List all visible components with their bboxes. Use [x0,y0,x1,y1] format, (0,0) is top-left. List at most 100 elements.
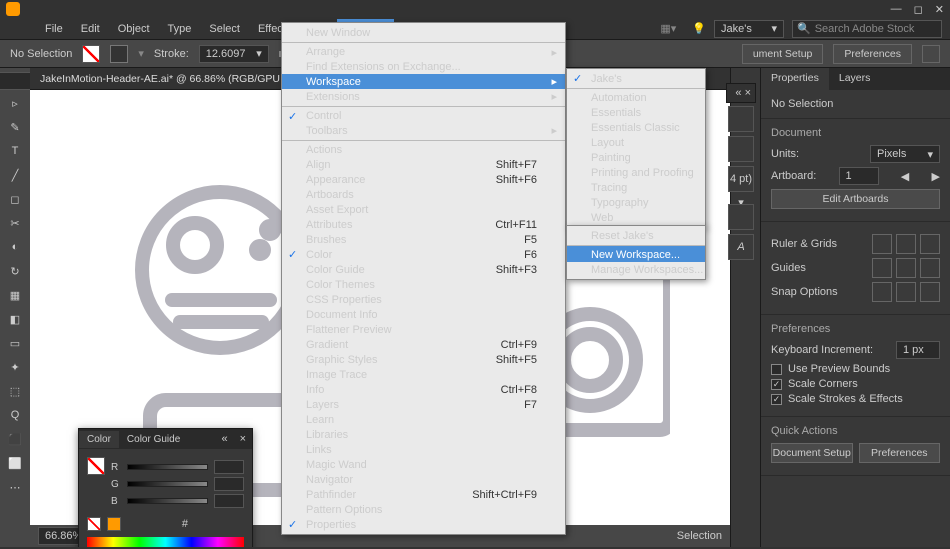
menuitem-graphic-styles[interactable]: Graphic StylesShift+F5 [282,352,565,367]
menuitem-jake-s[interactable]: ✓Jake's [567,71,705,86]
menuitem-color-themes[interactable]: Color Themes [282,277,565,292]
menuitem-links[interactable]: Links [282,442,565,457]
panel-icon-1[interactable] [728,106,754,132]
g-slider[interactable] [127,481,208,487]
none-swatch[interactable] [87,517,101,531]
tool-14[interactable]: Q [4,404,26,426]
tool-12[interactable]: ✦ [4,356,26,378]
align-icon[interactable] [922,45,940,63]
doc-setup-button[interactable]: ument Setup [742,44,824,64]
menu-edit[interactable]: Edit [72,19,109,39]
menu-object[interactable]: Object [109,19,159,39]
snap-grid-icon[interactable] [896,282,916,302]
color-spectrum[interactable] [87,537,244,547]
menuitem-typography[interactable]: Typography [567,195,705,210]
color-tab[interactable]: Color [79,431,119,448]
artboard-next[interactable]: ▶ [932,170,940,183]
menuitem-artboards[interactable]: Artboards [282,187,565,202]
menuitem-css-properties[interactable]: CSS Properties [282,292,565,307]
menuitem-essentials[interactable]: Essentials [567,105,705,120]
menuitem-control[interactable]: ✓Control [282,106,565,123]
menuitem-painting[interactable]: Painting [567,150,705,165]
r-value[interactable] [214,460,244,474]
menuitem-printing-and-proofing[interactable]: Printing and Proofing [567,165,705,180]
last-color-swatch[interactable] [107,517,121,531]
tool-4[interactable]: ╱ [4,164,26,186]
panel-icon-2[interactable] [728,136,754,162]
tool-5[interactable]: ◻ [4,188,26,210]
menuitem-flattener-preview[interactable]: Flattener Preview [282,322,565,337]
menuitem-magic-wand[interactable]: Magic Wand [282,457,565,472]
menuitem-find-extensions-on-exchange-[interactable]: Find Extensions on Exchange... [282,59,565,74]
tool-15[interactable]: ⬛ [4,428,26,450]
artboard-prev[interactable]: ◀ [901,170,909,183]
menuitem-attributes[interactable]: AttributesCtrl+F11 [282,217,565,232]
menuitem-layers[interactable]: LayersF7 [282,397,565,412]
units-select[interactable]: Pixels▾ [870,145,940,163]
menuitem-document-info[interactable]: Document Info [282,307,565,322]
edit-artboards-button[interactable]: Edit Artboards [771,189,940,209]
menuitem-navigator[interactable]: Navigator [282,472,565,487]
maximize-button[interactable]: ◻ [914,3,923,16]
menuitem-tracing[interactable]: Tracing [567,180,705,195]
minimize-button[interactable]: — [891,3,902,16]
tool-13[interactable]: ⬚ [4,380,26,402]
scale-corners-checkbox[interactable]: ✓Scale Corners [771,378,940,390]
menuitem-color-guide[interactable]: Color GuideShift+F3 [282,262,565,277]
menuitem-actions[interactable]: Actions [282,140,565,157]
tool-6[interactable]: ✂ [4,212,26,234]
menuitem-image-trace[interactable]: Image Trace [282,367,565,382]
character-panel-icon[interactable]: A [728,234,754,260]
transparency-grid-icon[interactable] [920,234,940,254]
menuitem-layout[interactable]: Layout [567,135,705,150]
menuitem-pattern-options[interactable]: Pattern Options [282,502,565,517]
menuitem-extensions[interactable]: Extensions▸ [282,89,565,104]
b-slider[interactable] [127,498,208,504]
arrange-icon[interactable]: ▦▾ [660,22,676,35]
tool-9[interactable]: ▦ [4,284,26,306]
layers-tab[interactable]: Layers [829,68,881,90]
tool-17[interactable]: ⋯ [4,476,26,498]
grid-icon[interactable] [896,234,916,254]
panel-close-icon[interactable]: « [215,433,233,445]
menuitem-workspace[interactable]: Workspace▸ [282,74,565,89]
scale-strokes-checkbox[interactable]: ✓Scale Strokes & Effects [771,393,940,405]
guides-lock-icon[interactable] [896,258,916,278]
menu-select[interactable]: Select [200,19,249,39]
b-value[interactable] [214,494,244,508]
menuitem-libraries[interactable]: Libraries [282,427,565,442]
keyboard-increment-input[interactable]: 1 px [896,341,940,359]
menuitem-new-window[interactable]: New Window [282,25,565,40]
tool-1[interactable]: ▹ [4,92,26,114]
panel-collapse[interactable]: « × [726,83,756,103]
menuitem-asset-export[interactable]: Asset Export [282,202,565,217]
workspace-switcher[interactable]: Jake's▾ [714,20,784,38]
properties-tab[interactable]: Properties [761,68,829,90]
close-button[interactable]: ✕ [935,3,944,16]
menuitem-align[interactable]: AlignShift+F7 [282,157,565,172]
menuitem-arrange[interactable]: Arrange▸ [282,42,565,59]
menu-type[interactable]: Type [159,19,201,39]
ruler-icon[interactable] [872,234,892,254]
stroke-swatch[interactable] [110,45,128,63]
quick-doc-setup-button[interactable]: Document Setup [771,443,853,463]
menuitem-new-workspace-[interactable]: New Workspace... [567,245,705,262]
menuitem-learn[interactable]: Learn [282,412,565,427]
tool-3[interactable]: T [4,140,26,162]
search-input[interactable]: 🔍Search Adobe Stock [792,20,942,38]
snap-pixel-icon[interactable] [920,282,940,302]
tool-8[interactable]: ↻ [4,260,26,282]
tool-10[interactable]: ◧ [4,308,26,330]
artboard-select[interactable]: 1 [839,167,879,185]
menuitem-gradient[interactable]: GradientCtrl+F9 [282,337,565,352]
panel-icon-4[interactable] [728,204,754,230]
stroke-weight[interactable]: 12.6097▾ [199,45,269,63]
panel-close-x[interactable]: × [234,433,252,445]
smart-guides-icon[interactable] [920,258,940,278]
r-slider[interactable] [127,464,208,470]
panel-icon-3[interactable]: 4 pt) ▾ [728,166,754,192]
menuitem-toolbars[interactable]: Toolbars▸ [282,123,565,138]
preferences-button[interactable]: Preferences [833,44,912,64]
menuitem-web[interactable]: Web [567,210,705,225]
color-guide-tab[interactable]: Color Guide [119,431,188,448]
